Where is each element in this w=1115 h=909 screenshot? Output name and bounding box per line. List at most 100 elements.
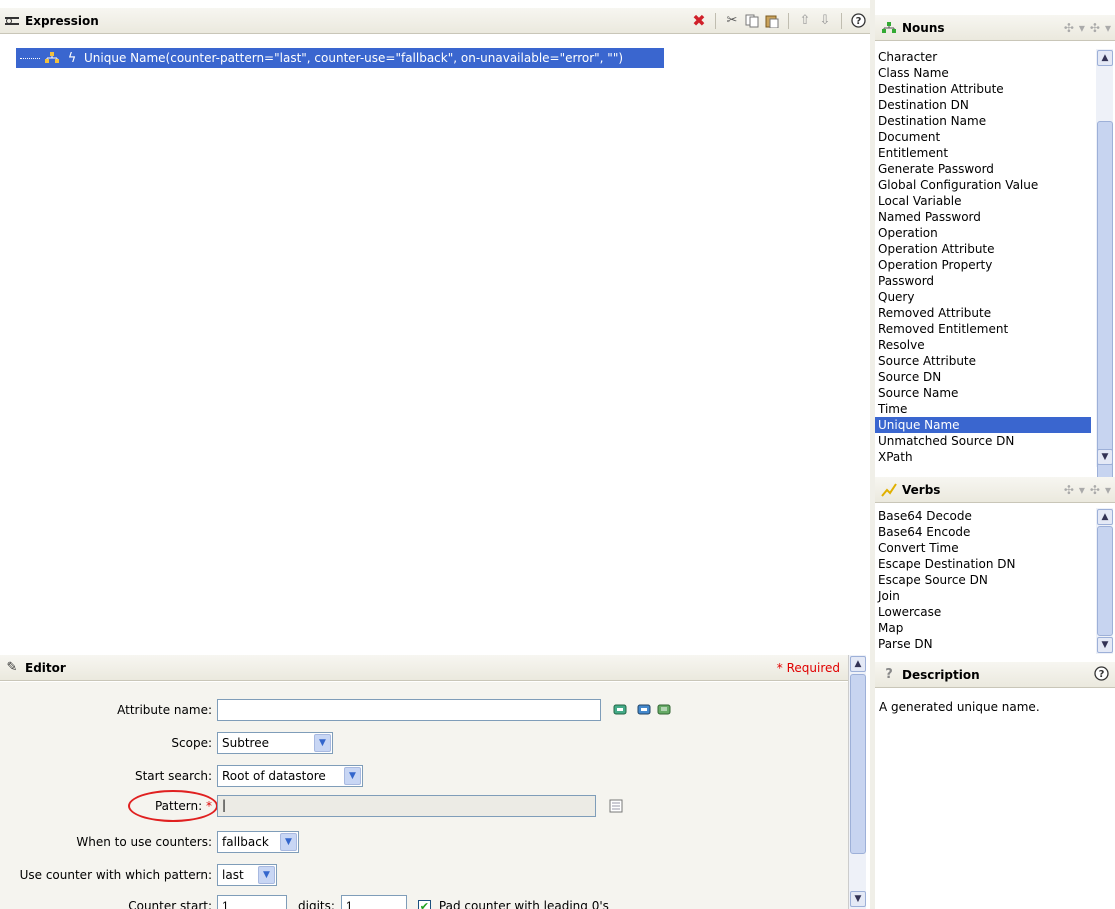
- pattern-input[interactable]: |: [217, 795, 596, 817]
- noun-list-item[interactable]: Operation Attribute: [875, 241, 1091, 257]
- verb-list-item[interactable]: Join: [875, 588, 1091, 604]
- editor-scrollbar[interactable]: ▲ ▼: [848, 655, 866, 909]
- chevron-down-icon[interactable]: ▼: [344, 767, 361, 785]
- scroll-down-button[interactable]: ▼: [850, 891, 866, 907]
- verb-list-item[interactable]: Escape Destination DN: [875, 556, 1091, 572]
- dropdown-icon[interactable]: ▾: [1105, 483, 1111, 497]
- pencil-icon: ✎: [6, 660, 18, 675]
- noun-list-item[interactable]: Removed Attribute: [875, 305, 1091, 321]
- verbs-scrollbar[interactable]: ▲ ▼: [1096, 508, 1113, 654]
- verb-list-item[interactable]: Base64 Encode: [875, 524, 1091, 540]
- nouns-scrollbar[interactable]: ▲ ▼: [1096, 49, 1113, 491]
- list-attributes-icon[interactable]: [657, 702, 673, 718]
- noun-list-item[interactable]: Time: [875, 401, 1091, 417]
- digits-input[interactable]: [340, 895, 407, 909]
- noun-list-item[interactable]: Global Configuration Value: [875, 177, 1091, 193]
- scroll-down-button[interactable]: ▼: [1097, 637, 1113, 653]
- noun-list-item[interactable]: Operation Property: [875, 257, 1091, 273]
- noun-list-item[interactable]: Entitlement: [875, 145, 1091, 161]
- noun-list-item[interactable]: Resolve: [875, 337, 1091, 353]
- expression-tree[interactable]: ϟ Unique Name(counter-pattern="last", co…: [0, 34, 870, 654]
- attribute-name-row: Attribute name:: [0, 699, 673, 721]
- verb-list-item[interactable]: Convert Time: [875, 540, 1091, 556]
- noun-list-item[interactable]: Unmatched Source DN: [875, 433, 1091, 449]
- expression-tree-item[interactable]: ϟ Unique Name(counter-pattern="last", co…: [16, 48, 664, 68]
- description-title-label: Description: [902, 667, 980, 682]
- scroll-thumb[interactable]: [850, 674, 866, 854]
- noun-list-item[interactable]: Document: [875, 129, 1091, 145]
- add-child-icon[interactable]: ✣: [1090, 483, 1100, 497]
- delete-icon[interactable]: ✖: [691, 12, 707, 29]
- description-body: A generated unique name.: [875, 690, 1115, 909]
- counter-pattern-select[interactable]: last ▼: [217, 864, 277, 886]
- scroll-down-button[interactable]: ▼: [1097, 449, 1113, 465]
- move-down-icon[interactable]: ⇩: [817, 13, 833, 29]
- scroll-thumb[interactable]: [1097, 121, 1113, 491]
- verb-list-item[interactable]: Base64 Decode: [875, 508, 1091, 524]
- noun-list-item[interactable]: Source Name: [875, 385, 1091, 401]
- add-child-icon[interactable]: ✣: [1090, 21, 1100, 35]
- required-note: * Required: [776, 660, 840, 675]
- pattern-required-mark: *: [206, 799, 212, 813]
- noun-list-item[interactable]: XPath: [875, 449, 1091, 465]
- add-icon[interactable]: ✣: [1064, 21, 1074, 35]
- counter-pattern-row: Use counter with which pattern: last ▼: [0, 864, 277, 886]
- expression-panel-header: Expression ✖ ✂ ⇧ ⇩ ?: [0, 8, 870, 34]
- move-up-icon[interactable]: ⇧: [797, 13, 813, 29]
- when-counters-select[interactable]: fallback ▼: [217, 831, 299, 853]
- expression-title-label: Expression: [25, 13, 99, 28]
- chevron-down-icon[interactable]: ▼: [280, 833, 297, 851]
- verb-list-item[interactable]: Escape Source DN: [875, 572, 1091, 588]
- noun-list-item[interactable]: Unique Name: [875, 417, 1091, 433]
- add-icon[interactable]: ✣: [1064, 483, 1074, 497]
- nouns-list[interactable]: Character Class Name Destination Attribute…: [875, 49, 1091, 467]
- description-panel-header: ? Description ?: [875, 662, 1115, 688]
- noun-list-item[interactable]: Named Password: [875, 209, 1091, 225]
- noun-list-item[interactable]: Generate Password: [875, 161, 1091, 177]
- noun-list-item[interactable]: Class Name: [875, 65, 1091, 81]
- start-search-value: Root of datastore: [222, 769, 326, 783]
- copy-icon[interactable]: [744, 13, 760, 29]
- nouns-panel-header: Nouns ✣ ▾ ✣ ▾: [875, 15, 1115, 41]
- noun-list-item[interactable]: Character: [875, 49, 1091, 65]
- verbs-list[interactable]: Base64 Decode Base64 Encode Convert Time Es…: [875, 508, 1091, 654]
- dropdown-icon[interactable]: ▾: [1079, 483, 1085, 497]
- noun-list-item[interactable]: Destination Attribute: [875, 81, 1091, 97]
- noun-list-item[interactable]: Operation: [875, 225, 1091, 241]
- noun-list-item[interactable]: Local Variable: [875, 193, 1091, 209]
- scroll-thumb[interactable]: [1097, 526, 1113, 636]
- noun-list-item[interactable]: Source Attribute: [875, 353, 1091, 369]
- dropdown-icon[interactable]: ▾: [1079, 21, 1085, 35]
- noun-list-item[interactable]: Destination Name: [875, 113, 1091, 129]
- verb-list-item[interactable]: Parse DN: [875, 636, 1091, 652]
- help-icon[interactable]: ?: [1093, 665, 1109, 681]
- expression-tree-item-label: Unique Name(counter-pattern="last", coun…: [84, 51, 624, 65]
- counter-start-input[interactable]: [217, 895, 287, 909]
- scroll-up-button[interactable]: ▲: [850, 656, 866, 672]
- pad-counter-checkbox[interactable]: ✔: [417, 899, 431, 909]
- noun-list-item[interactable]: Removed Entitlement: [875, 321, 1091, 337]
- help-icon[interactable]: ?: [850, 13, 866, 29]
- dropdown-icon[interactable]: ▾: [1105, 21, 1111, 35]
- editor-title-label: Editor: [25, 660, 66, 675]
- scroll-up-button[interactable]: ▲: [1097, 509, 1113, 525]
- browse-schema-icon[interactable]: [613, 702, 629, 718]
- attribute-name-input[interactable]: [217, 699, 601, 721]
- cut-icon[interactable]: ✂: [724, 13, 740, 29]
- scope-select[interactable]: Subtree ▼: [217, 732, 333, 754]
- chevron-down-icon[interactable]: ▼: [258, 866, 275, 884]
- noun-list-item[interactable]: Source DN: [875, 369, 1091, 385]
- verb-list-item[interactable]: Map: [875, 620, 1091, 636]
- noun-list-item[interactable]: Destination DN: [875, 97, 1091, 113]
- nouns-icon: [881, 20, 897, 36]
- browse-attribute-icon[interactable]: [635, 702, 651, 718]
- pattern-builder-icon[interactable]: [608, 798, 624, 814]
- scroll-up-button[interactable]: ▲: [1097, 50, 1113, 66]
- start-search-select[interactable]: Root of datastore ▼: [217, 765, 363, 787]
- noun-list-item[interactable]: Query: [875, 289, 1091, 305]
- verb-list-item[interactable]: Lowercase: [875, 604, 1091, 620]
- paste-icon[interactable]: [764, 13, 780, 29]
- chevron-down-icon[interactable]: ▼: [314, 734, 331, 752]
- toolbar-separator: [841, 12, 842, 29]
- noun-list-item[interactable]: Password: [875, 273, 1091, 289]
